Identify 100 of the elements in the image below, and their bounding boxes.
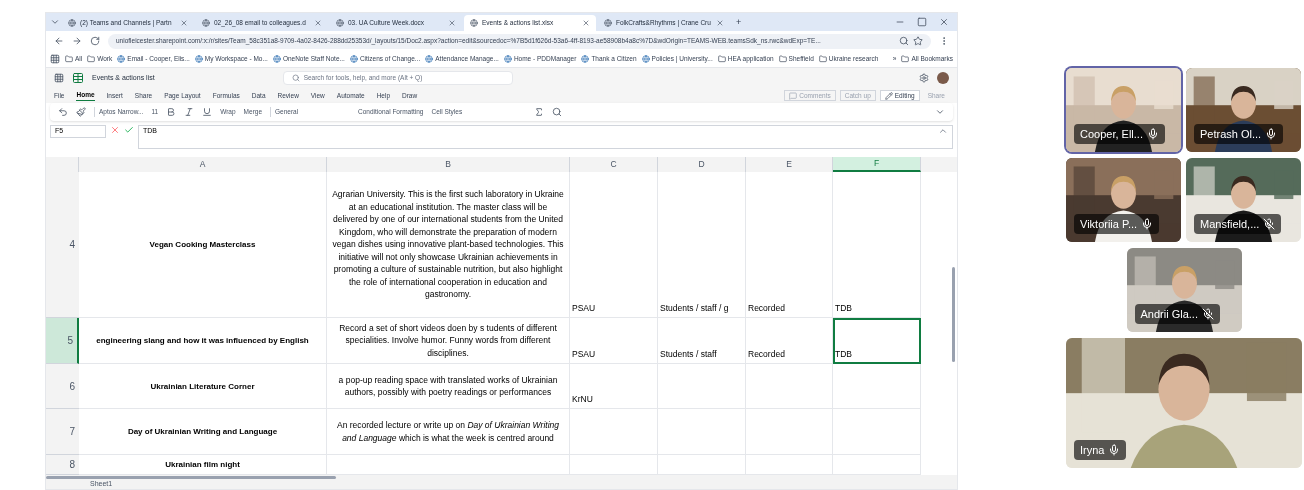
column-header[interactable]: F	[833, 157, 921, 172]
site-icon	[503, 55, 512, 63]
row-header[interactable]: 6	[46, 364, 79, 409]
site-icon	[349, 55, 358, 63]
cell-text: Recorded	[748, 348, 785, 361]
site-icon	[336, 19, 344, 27]
cell-text: Ukrainian film night	[165, 459, 240, 470]
vertical-scrollbar[interactable]	[952, 267, 955, 362]
table-cell[interactable]: Day of Ukrainian Writing and Language	[79, 409, 327, 455]
collapse-icon[interactable]	[938, 126, 948, 136]
table-cell[interactable]	[327, 172, 570, 318]
table-cell[interactable]: KrNU	[570, 364, 658, 409]
tab-search-icon[interactable]	[50, 17, 60, 27]
table-cell[interactable]: PSAU	[570, 172, 658, 318]
row-header[interactable]: 8	[46, 455, 79, 475]
apps-icon[interactable]	[50, 54, 60, 64]
table-cell[interactable]: Record a set of short videos doen by s tudents of different specialities. Involve humor. Funny words from different disciplines.	[327, 318, 570, 364]
close-icon[interactable]	[939, 17, 949, 27]
site-icon	[470, 19, 478, 27]
site-icon	[117, 55, 126, 63]
reload-icon[interactable]	[90, 36, 100, 46]
undo-icon[interactable]	[58, 107, 68, 117]
column-header[interactable]: B	[327, 157, 570, 172]
row-header[interactable]: 5	[46, 318, 79, 364]
row-header[interactable]: 7	[46, 409, 79, 455]
table-cell[interactable]	[658, 409, 746, 455]
folder-icon	[65, 55, 73, 63]
address-bar[interactable]	[108, 33, 931, 49]
site-icon	[425, 55, 434, 63]
table-cell[interactable]: Vegan Cooking Masterclass	[79, 172, 327, 318]
table-cell[interactable]: Ukrainian Literature Corner	[79, 364, 327, 409]
close-icon[interactable]	[314, 19, 322, 27]
table-cell[interactable]: Recorded	[746, 318, 833, 364]
cell-text: KrNU	[572, 393, 593, 406]
row-header[interactable]: 4	[46, 172, 79, 318]
cell-text: engineering slang and how it was influenced by English	[96, 335, 309, 346]
column-header[interactable]: D	[658, 157, 746, 172]
table-cell[interactable]	[746, 409, 833, 455]
expand-icon[interactable]	[935, 107, 945, 117]
video-tile[interactable]: Mansfield,...	[1186, 158, 1301, 242]
brush-icon[interactable]	[76, 107, 86, 117]
cancel-icon[interactable]	[110, 125, 120, 135]
restore-icon[interactable]	[917, 17, 927, 27]
video-tile[interactable]: Andrii Gla...	[1126, 248, 1242, 332]
enter-icon[interactable]	[124, 125, 134, 135]
folder-icon	[717, 55, 726, 63]
table-cell[interactable]	[833, 364, 921, 409]
horizontal-scrollbar[interactable]	[46, 475, 336, 479]
table-cell[interactable]: An recorded lecture or write up on Day of Ukrainian Writing and Language which is what the week is centred around	[327, 409, 570, 455]
table-cell[interactable]	[746, 364, 833, 409]
cell-text: Students / staff	[660, 348, 717, 361]
participant-name: Andrii Gla...	[1140, 306, 1198, 322]
column-header[interactable]: C	[570, 157, 658, 172]
sum-icon[interactable]	[534, 107, 545, 117]
table-cell[interactable]: a pop-up reading space with translated works of Ukrainian authors, possibly with poetry readings or performances	[327, 364, 570, 409]
participant-name: Iryna	[1080, 442, 1105, 458]
video-tile[interactable]: Petrash Ol...	[1186, 68, 1301, 152]
table-cell[interactable]	[833, 409, 921, 455]
search-icon	[291, 74, 300, 82]
back-icon[interactable]	[54, 36, 64, 46]
close-icon[interactable]	[716, 19, 724, 27]
comment-icon	[789, 91, 798, 100]
participant-name: Petrash Ol...	[1200, 126, 1262, 142]
folder-icon	[818, 55, 827, 63]
column-header[interactable]: A	[79, 157, 327, 172]
table-cell[interactable]: Students / staff	[658, 318, 746, 364]
table-cell[interactable]	[658, 364, 746, 409]
table-cell[interactable]: engineering slang and how it was influenced by English	[79, 318, 327, 364]
close-icon[interactable]	[448, 19, 456, 27]
site-icon	[604, 19, 612, 27]
find-icon[interactable]	[552, 107, 563, 117]
table-cell[interactable]: Recorded	[746, 172, 833, 318]
site-icon	[641, 55, 650, 63]
video-tile[interactable]: Iryna	[1066, 338, 1302, 468]
bold-icon[interactable]	[166, 107, 177, 117]
star-icon[interactable]	[913, 36, 923, 46]
forward-icon[interactable]	[72, 36, 82, 46]
video-tile[interactable]: Viktoriia P...	[1066, 158, 1181, 242]
cell-text: a pop-up reading space with translated works of Ukrainian authors, possibly with poetry readings or performances	[337, 373, 559, 399]
folder-icon	[901, 55, 910, 63]
underline-icon[interactable]	[202, 107, 213, 117]
video-tile[interactable]: Cooper, Ell...	[1066, 68, 1181, 152]
table-cell[interactable]: TDB	[833, 172, 921, 318]
table-cell[interactable]: PSAU	[570, 318, 658, 364]
table-cell[interactable]	[570, 409, 658, 455]
participant-name: Mansfield,...	[1200, 216, 1260, 232]
participant-name: Cooper, Ell...	[1080, 126, 1143, 142]
app-launcher-icon[interactable]	[54, 73, 64, 83]
avatar[interactable]	[937, 72, 949, 84]
table-cell[interactable]: Students / staff / g	[658, 172, 746, 318]
close-icon[interactable]	[180, 19, 188, 27]
zoom-icon[interactable]	[899, 36, 909, 46]
close-icon[interactable]	[582, 19, 590, 27]
italic-icon[interactable]	[184, 107, 195, 117]
cell-text: PSAU	[572, 302, 596, 315]
settings-icon[interactable]	[919, 73, 929, 83]
cell-text: PSAU	[572, 348, 596, 361]
new-tab-button[interactable]: +	[732, 15, 746, 31]
site-icon	[272, 55, 281, 63]
table-cell[interactable]: TDB	[833, 318, 921, 364]
